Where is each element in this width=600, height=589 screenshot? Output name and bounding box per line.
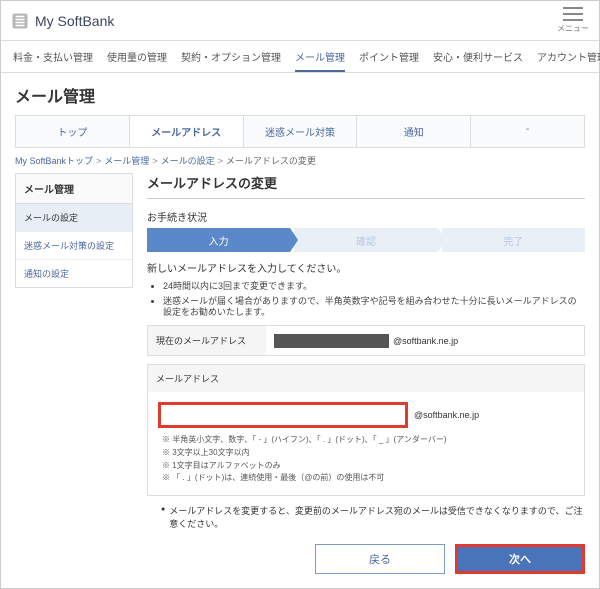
main-content: メールアドレスの変更 お手続き状況 入力確認完了 新しいメールアドレスを入力して… [147,173,585,574]
new-address-title: メールアドレス [148,365,584,392]
main-heading: メールアドレスの変更 [147,173,585,199]
top-nav: 料金・支払い管理使用量の管理契約・オプション管理メール管理ポイント管理安心・便利… [1,41,599,73]
sidebar: メール管理 メールの設定迷惑メール対策の設定通知の設定 [15,173,133,574]
current-address-label: 現在のメールアドレス [148,326,266,355]
menu-label: メニュー [557,23,589,34]
input-note: 半角英小文字、数字、「 - 」(ハイフン)、「 . 」(ドット)、「 _ 」(ア… [162,434,574,447]
foot-note: メールアドレスを変更すると、変更前のメールアドレス宛のメールは受信できなくなりま… [161,504,585,530]
tab-item[interactable]: トップ [16,116,130,147]
tab-item[interactable]: 迷惑メール対策 [244,116,358,147]
progress-steps: 入力確認完了 [147,228,585,252]
step: 入力 [147,228,290,252]
sidebar-item[interactable]: 迷惑メール対策の設定 [16,232,132,260]
sidebar-title: メール管理 [15,173,133,204]
tab-item[interactable]: 通知 [357,116,471,147]
topnav-item[interactable]: 安心・便利サービス [433,49,523,72]
tab-item[interactable]: メールアドレス [130,116,244,147]
breadcrumb-link[interactable]: メールの設定 [161,156,215,166]
topnav-item[interactable]: 料金・支払い管理 [13,49,93,72]
breadcrumb-link[interactable]: メール管理 [104,156,149,166]
new-address-box: メールアドレス @softbank.ne.jp 半角英小文字、数字、「 - 」(… [147,364,585,496]
sidebar-item[interactable]: 通知の設定 [16,260,132,287]
hamburger-icon [563,7,583,21]
brand-text: My SoftBank [35,13,114,29]
input-note: 「 . 」(ドット)は、連続使用・最後（@の前）の使用は不可 [162,472,574,485]
lead-bullet: 24時間以内に3回まで変更できます。 [163,281,585,293]
back-button[interactable]: 戻る [315,544,445,574]
input-notes: 半角英小文字、数字、「 - 」(ハイフン)、「 . 」(ドット)、「 _ 」(ア… [162,434,574,485]
topnav-item[interactable]: メール管理 [295,49,345,72]
brand-icon [11,12,29,30]
status-label: お手続き状況 [147,209,585,224]
next-button[interactable]: 次へ [455,544,585,574]
page-title: メール管理 [1,73,599,115]
topnav-item[interactable]: ポイント管理 [359,49,419,72]
sub-tabs: トップメールアドレス迷惑メール対策通知- [15,115,585,148]
tab-item[interactable]: - [471,116,584,147]
lead-text: 新しいメールアドレスを入力してください。 [147,260,585,275]
current-address-masked [274,334,389,348]
breadcrumb-link[interactable]: My SoftBankトップ [15,156,93,166]
menu-button[interactable]: メニュー [557,7,589,34]
new-address-domain: @softbank.ne.jp [414,410,479,420]
step: 完了 [442,228,585,252]
lead-bullet: 迷惑メールが届く場合がありますので、半角英数字や記号を組み合わせた十分に長いメー… [163,296,585,319]
step: 確認 [294,228,437,252]
input-note: 3文字以上30文字以内 [162,447,574,460]
topnav-item[interactable]: 使用量の管理 [107,49,167,72]
topnav-item[interactable]: 契約・オプション管理 [181,49,281,72]
sidebar-item[interactable]: メールの設定 [16,204,132,232]
lead-bullets: 24時間以内に3回まで変更できます。迷惑メールが届く場合がありますので、半角英数… [163,281,585,319]
current-address-row: 現在のメールアドレス @softbank.ne.jp [147,325,585,356]
new-address-input[interactable] [158,402,408,428]
breadcrumb: My SoftBankトップ>メール管理>メールの設定>メールアドレスの変更 [1,148,599,173]
input-note: 1文字目はアルファベットのみ [162,460,574,473]
breadcrumb-current: メールアドレスの変更 [226,156,316,166]
brand[interactable]: My SoftBank [11,12,114,30]
topnav-item[interactable]: アカウント管理 [537,49,600,72]
current-address-domain: @softbank.ne.jp [393,336,458,346]
